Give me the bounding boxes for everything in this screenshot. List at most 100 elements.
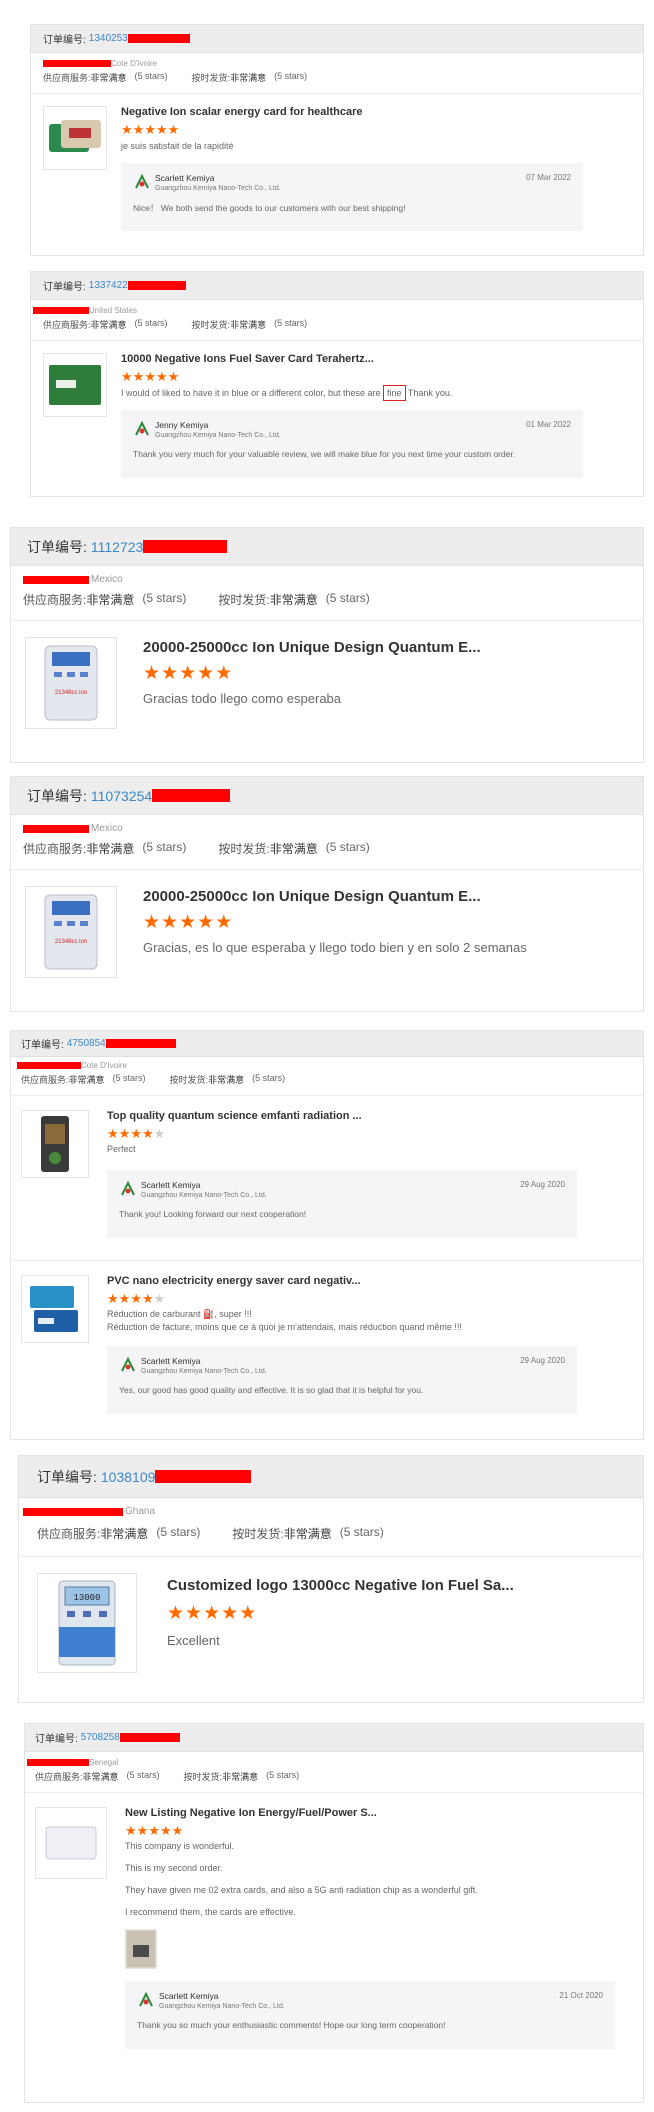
company-logo-icon <box>137 1991 155 2009</box>
order-number[interactable]: 1112723 <box>91 539 143 555</box>
company-logo-icon <box>119 1356 137 1374</box>
star-icon: ★ <box>197 663 216 684</box>
service-value: 非常满意 <box>100 1527 149 1541</box>
star-icon: ★ <box>141 1126 154 1141</box>
reply-company: Guangzhou Kemiya Nano-Tech Co., Ltd. <box>155 432 281 439</box>
review-text: je suis satisfait de la rapidité <box>121 141 234 151</box>
order-header: 订单编号: 4750854 <box>11 1031 643 1057</box>
review-item: Negative Ion scalar energy card for heal… <box>31 94 643 231</box>
product-thumbnail[interactable] <box>43 106 107 170</box>
order-number[interactable]: 4750854 <box>67 1038 106 1049</box>
shipping-stars: (5 stars) <box>325 840 370 854</box>
order-number[interactable]: 5708258 <box>81 1732 120 1743</box>
product-title[interactable]: New Listing Negative Ion Energy/Fuel/Pow… <box>125 1807 643 1819</box>
star-icon: ★ <box>155 122 168 137</box>
shipping-value: 非常满意 <box>269 842 318 856</box>
order-number[interactable]: 11073254 <box>91 788 152 804</box>
service-stars: (5 stars) <box>134 318 168 328</box>
redaction-bar <box>127 34 190 43</box>
redaction-bar <box>119 1733 180 1742</box>
shipping-label: 按时发货: <box>183 1772 223 1782</box>
order-number[interactable]: 1038109 <box>101 1469 156 1485</box>
shipping-value: 非常满意 <box>269 593 318 607</box>
product-thumbnail[interactable]: 21348cc ion <box>25 637 117 729</box>
service-label: 供应商服务: <box>37 1527 101 1541</box>
device-display: 13000 <box>73 1593 100 1603</box>
order-card: 订单编号: 1038109 Ghana 供应商服务: 非常满意 (5 stars… <box>18 1455 644 1703</box>
reply-text: Thank you very much for your valuable re… <box>133 449 516 459</box>
product-title[interactable]: Negative Ion scalar energy card for heal… <box>121 106 643 118</box>
product-thumbnail[interactable] <box>21 1110 89 1178</box>
company-logo-icon <box>133 420 151 438</box>
order-card: 订单编号: 4750854 Cote D'Ivoire 供应商服务: 非常满意 … <box>10 1030 644 1440</box>
order-header: 订单编号: 1112723 <box>11 528 643 566</box>
shipping-value: 非常满意 <box>230 320 267 330</box>
buyer-info: Cote D'Ivoire <box>31 53 643 68</box>
review-photo[interactable] <box>125 1929 157 1969</box>
order-label: 订单编号: <box>43 35 86 46</box>
pvc-card-image <box>30 1286 78 1332</box>
product-thumbnail[interactable]: 13000 <box>37 1573 137 1673</box>
rating-stars: ★ ★ ★ ★ ★ <box>143 911 643 934</box>
supplier-reply: Jenny Kemiya Guangzhou Kemiya Nano-Tech … <box>121 410 583 478</box>
rating-summary: 供应商服务: 非常满意 (5 stars) 按时发货: 非常满意 (5 star… <box>19 1517 643 1557</box>
star-icon: ★ <box>121 369 133 384</box>
star-icon: ★ <box>107 1126 119 1141</box>
order-header: 订单编号: 1340253 <box>31 25 643 53</box>
product-thumbnail[interactable] <box>21 1275 89 1343</box>
product-title[interactable]: PVC nano electricity energy saver card n… <box>107 1275 643 1287</box>
star-icon: ★ <box>141 1291 154 1306</box>
service-stars: (5 stars) <box>126 1770 160 1780</box>
fuel-saver-card-image <box>49 365 101 405</box>
reply-company: Guangzhou Kemiya Nano-Tech Co., Ltd. <box>155 185 281 192</box>
buyer-info: Mexico <box>11 566 643 585</box>
review-text: Excellent <box>167 1633 220 1648</box>
shipping-label: 按时发货: <box>191 320 231 330</box>
redaction-bar <box>143 540 228 553</box>
service-value: 非常满意 <box>86 593 135 607</box>
rating-stars: ★ ★ ★ ★ ★ <box>167 1602 643 1625</box>
review-text-start: I would of liked to have it in blue or a… <box>121 388 381 398</box>
product-title[interactable]: Top quality quantum science emfanti radi… <box>107 1110 643 1122</box>
order-label: 订单编号: <box>21 1040 64 1051</box>
supplier-reply: Scarlett Kemiya Guangzhou Kemiya Nano-Te… <box>125 1981 615 2049</box>
order-header: 订单编号: 11073254 <box>11 777 643 815</box>
service-label: 供应商服务: <box>43 320 91 330</box>
order-label: 订单编号: <box>27 787 87 804</box>
energy-card-image <box>49 120 101 152</box>
product-thumbnail[interactable] <box>35 1807 107 1879</box>
star-icon: ★ <box>161 663 180 684</box>
product-title[interactable]: 20000-25000cc Ion Unique Design Quantum … <box>143 888 643 905</box>
star-icon: ★ <box>215 663 234 684</box>
redaction-bar <box>152 789 231 802</box>
review-text: This company is wonderful. <box>125 1841 235 1851</box>
service-label: 供应商服务: <box>23 593 87 607</box>
shipping-value: 非常满意 <box>222 1772 259 1782</box>
review-text: Perfect <box>107 1144 136 1154</box>
star-icon: ★ <box>155 369 168 384</box>
review-item: Top quality quantum science emfanti radi… <box>11 1096 643 1261</box>
star-icon: ★ <box>221 1603 240 1624</box>
buyer-country: Cote D'Ivoire <box>111 59 157 68</box>
product-thumbnail[interactable] <box>43 353 107 417</box>
rating-stars: ★ ★ ★ ★ ★ <box>121 369 643 385</box>
star-icon: ★ <box>144 369 156 384</box>
star-icon: ★ <box>136 1823 149 1838</box>
order-number[interactable]: 1337422 <box>89 280 128 291</box>
service-value: 非常满意 <box>68 1075 105 1085</box>
product-title[interactable]: 20000-25000cc Ion Unique Design Quantum … <box>143 639 643 656</box>
star-icon: ★ <box>161 912 180 933</box>
product-thumbnail[interactable]: 21348cc ion <box>25 886 117 978</box>
reply-text: Thank you! Looking forward our next coop… <box>119 1209 307 1219</box>
product-title[interactable]: Customized logo 13000cc Negative Ion Fue… <box>167 1577 643 1594</box>
quantum-device-image: 21348cc ion <box>44 645 98 721</box>
order-number[interactable]: 1340253 <box>89 33 128 44</box>
redaction-bar <box>23 575 89 584</box>
rating-summary: 供应商服务: 非常满意 (5 stars) 按时发货: 非常满意 (5 star… <box>25 1767 643 1793</box>
buyer-info: United States <box>31 300 643 315</box>
service-label: 供应商服务: <box>43 73 91 83</box>
redaction-bar <box>27 1759 89 1766</box>
product-title[interactable]: 10000 Negative Ions Fuel Saver Card Tera… <box>121 353 643 365</box>
redaction-bar <box>43 60 111 67</box>
star-icon: ★ <box>130 1291 142 1306</box>
